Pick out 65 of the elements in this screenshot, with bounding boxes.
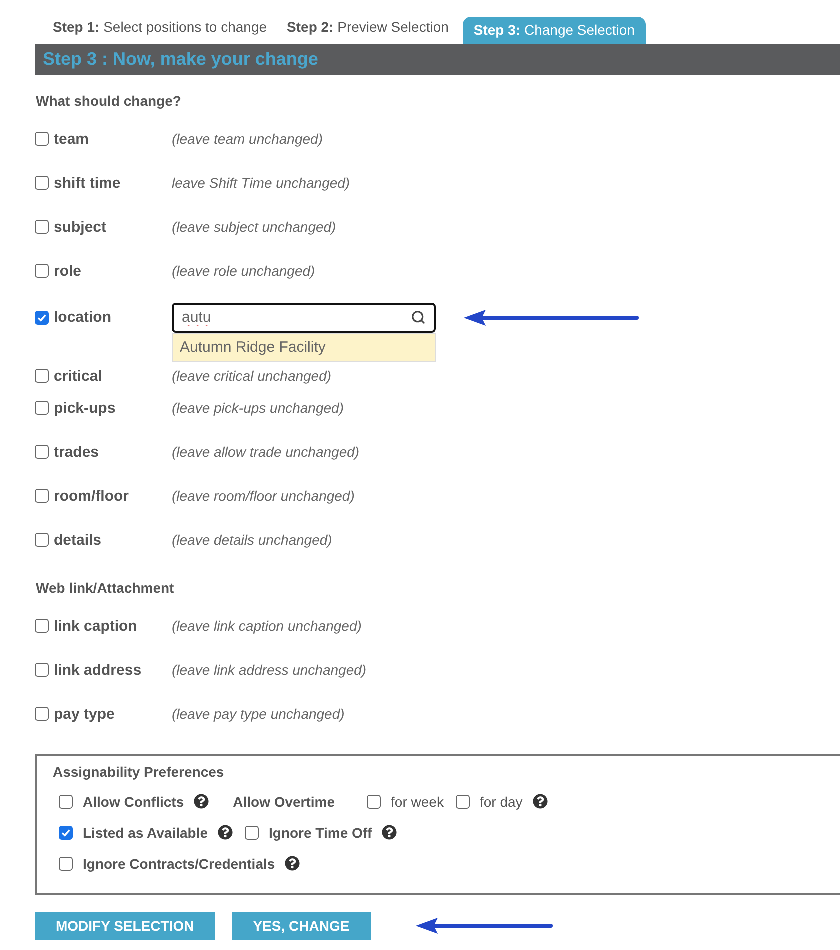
field-label: team [54,130,90,148]
suggestion-item[interactable]: Autumn Ridge Facility [173,334,435,361]
checkbox[interactable] [367,794,382,808]
hint-text: (leave critical unchanged) [172,368,332,384]
hint-text: (leave room/floor unchanged) [172,488,355,504]
field-label: link caption [54,618,138,634]
checkbox[interactable] [35,445,49,459]
step-tab[interactable]: Step 1: Select positions to change [47,17,274,37]
hint-text: (leave subject unchanged) [172,219,336,235]
section-title: What should change? [35,92,182,111]
checkbox[interactable] [35,132,49,146]
hint-text: leave Shift Time unchanged) [172,175,350,191]
checkbox[interactable] [35,369,49,383]
hint-text: (leave link caption unchanged) [172,618,362,634]
hint-text: (leave link address unchanged) [172,662,367,678]
help-icon[interactable] [532,794,548,809]
hint-text: (leave allow trade unchanged) [172,444,360,460]
panel-title: Assignability Preferences [53,764,226,780]
checkbox[interactable] [35,401,49,415]
field-label: pay type [54,706,115,722]
checkbox[interactable] [35,619,49,633]
checkbox[interactable] [35,663,49,677]
field-label: trades [54,444,100,460]
field-label: details [54,532,102,548]
hint-text: (leave pay type unchanged) [172,706,345,722]
hint-text: (leave details unchanged) [172,532,332,548]
field-label: link address [54,662,142,678]
search-field[interactable]: autu [172,302,436,332]
hint-text: (leave pick-ups unchanged) [172,400,344,416]
checkbox[interactable] [456,794,470,808]
help-icon[interactable] [382,825,398,840]
field-label: role [54,262,82,280]
checkbox[interactable] [59,794,73,808]
checkbox[interactable] [35,264,49,278]
option-label: Allow Conflicts [83,794,184,810]
checkbox[interactable] [35,176,49,190]
section-title: Web link/Attachment [35,579,176,598]
option-label: for day [480,794,523,810]
help-icon[interactable] [218,825,234,840]
help-icon[interactable] [194,794,210,809]
help-icon[interactable] [285,856,300,871]
field-label: shift time [54,174,121,192]
option-label: for week [391,794,444,810]
field-label: pick-ups [54,400,116,416]
hint-text: (leave team unchanged) [172,131,323,147]
field-label: location [54,309,112,326]
checkbox[interactable] [59,856,73,870]
hint-text: (leave role unchanged) [172,263,316,279]
field-label: room/floor [54,488,129,504]
option-label: Allow Overtime [233,794,336,810]
section-header: Step 3 : Now, make your change [35,44,840,75]
option-label: Listed as Available [83,824,208,840]
field-label: critical [54,368,102,384]
checkbox[interactable] [35,220,49,234]
option-label: Ignore Contracts/Credentials [83,856,276,872]
checkbox[interactable] [245,826,260,840]
field-label: subject [54,218,107,236]
checkbox[interactable] [59,826,73,840]
option-label: Ignore Time Off [269,824,372,840]
search-icon [411,310,426,325]
checkbox[interactable] [35,533,49,547]
checkbox[interactable] [35,310,49,324]
checkbox[interactable] [35,707,49,721]
step-tab[interactable]: Step 2: Preview Selection [281,17,455,37]
checkbox[interactable] [35,489,49,503]
